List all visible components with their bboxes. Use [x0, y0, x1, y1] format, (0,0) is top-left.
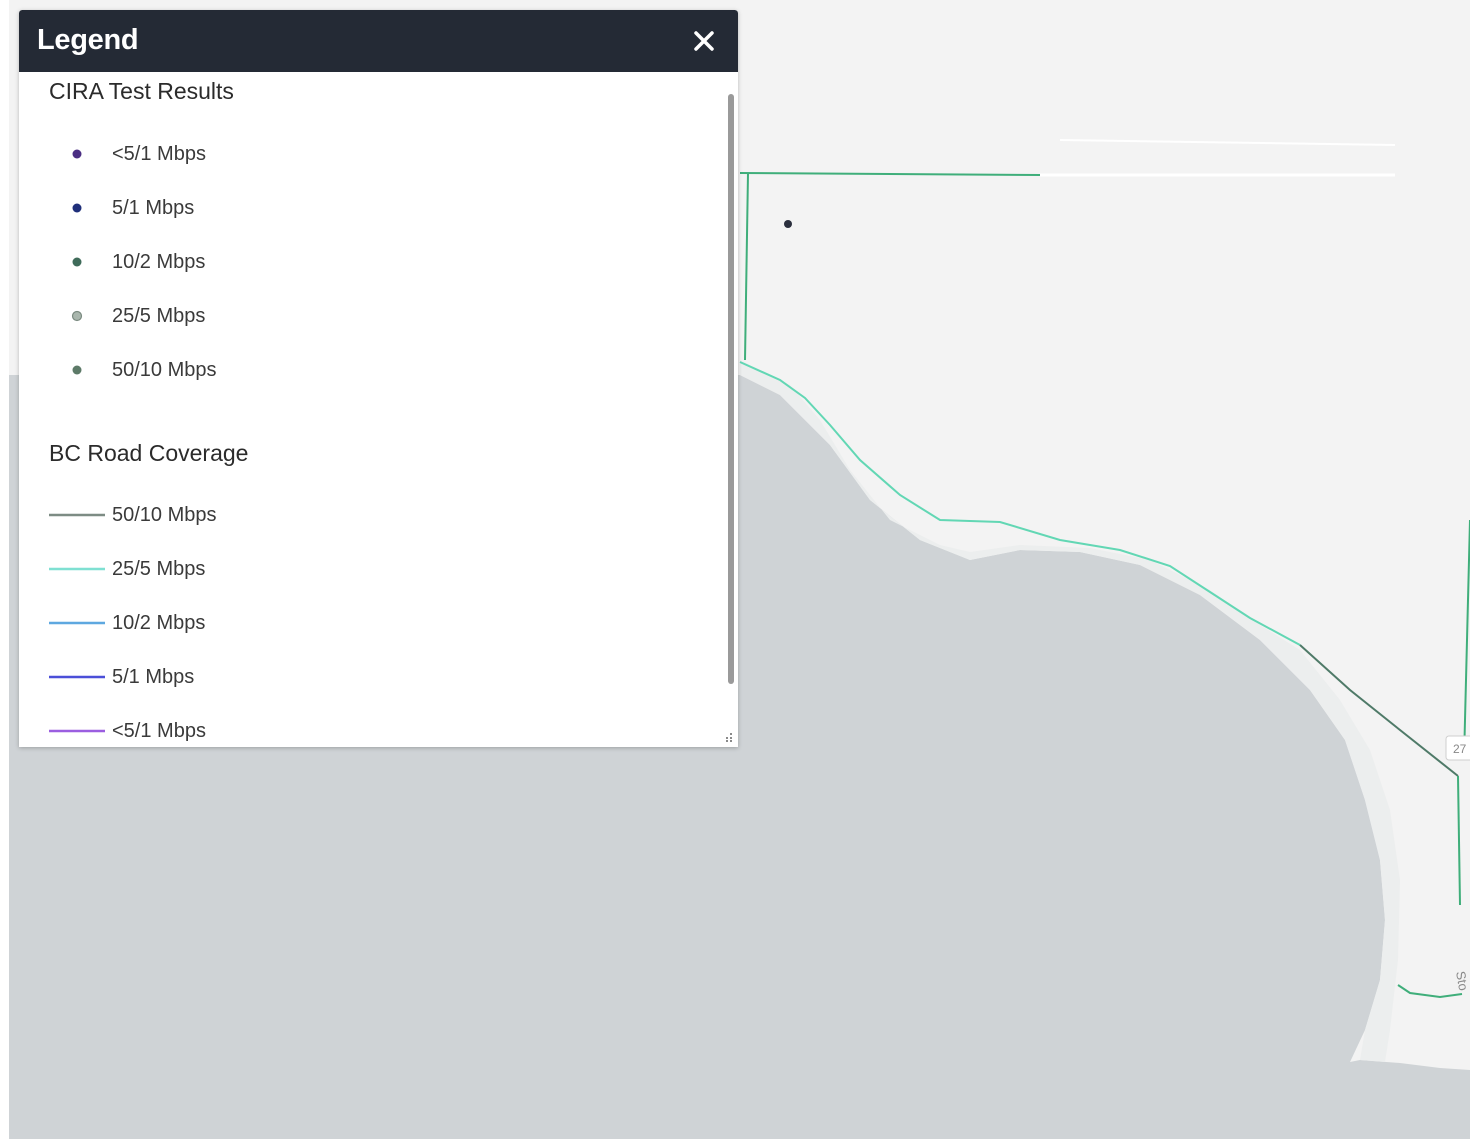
legend-item-label: 5/1 Mbps: [112, 197, 195, 219]
dot-symbol-icon: [72, 149, 82, 159]
highway-shield-label: 27: [1453, 742, 1467, 756]
legend-item: <5/1 Mbps: [49, 139, 449, 169]
legend-item: <5/1 Mbps: [49, 716, 449, 746]
legend-item-label: <5/1 Mbps: [112, 143, 206, 165]
legend-scrollbar[interactable]: [726, 94, 736, 694]
dot-symbol-icon: [72, 203, 82, 213]
legend-item: 5/1 Mbps: [49, 662, 449, 692]
section-heading-cira: CIRA Test Results: [49, 78, 234, 104]
line-symbol-icon: [49, 513, 105, 517]
legend-item-label: 25/5 Mbps: [112, 558, 206, 580]
legend-item-label: 50/10 Mbps: [112, 504, 217, 526]
legend-title: Legend: [37, 24, 139, 56]
resize-handle-icon[interactable]: [722, 731, 734, 743]
dot-symbol-icon: [72, 257, 82, 267]
dot-symbol-icon: [72, 365, 82, 375]
close-button[interactable]: [687, 24, 721, 58]
legend-item-label: 10/2 Mbps: [112, 251, 206, 273]
legend-item-label: 5/1 Mbps: [112, 666, 195, 688]
test-result-point: [784, 220, 792, 228]
legend-item: 5/1 Mbps: [49, 193, 449, 223]
legend-header: Legend: [19, 10, 738, 72]
line-symbol-icon: [49, 675, 105, 679]
line-symbol-icon: [49, 729, 105, 733]
legend-item: 10/2 Mbps: [49, 608, 449, 638]
legend-item: 25/5 Mbps: [49, 301, 449, 331]
legend-scrollbar-thumb[interactable]: [728, 94, 734, 684]
line-symbol-icon: [49, 621, 105, 625]
dot-symbol-icon: [71, 310, 83, 322]
legend-item-label: 10/2 Mbps: [112, 612, 206, 634]
legend-item: 50/10 Mbps: [49, 355, 449, 385]
legend-item-label: 50/10 Mbps: [112, 359, 217, 381]
section-heading-road-coverage: BC Road Coverage: [49, 440, 249, 466]
legend-panel: Legend CIRA Test Results <5/1 Mbps 5/1 M…: [19, 10, 738, 747]
legend-item: 50/10 Mbps: [49, 500, 449, 530]
legend-item-label: 25/5 Mbps: [112, 305, 206, 327]
close-icon: [694, 31, 714, 51]
legend-item: 10/2 Mbps: [49, 247, 449, 277]
legend-body[interactable]: CIRA Test Results <5/1 Mbps 5/1 Mbps 10/…: [19, 72, 724, 747]
legend-item: 25/5 Mbps: [49, 554, 449, 584]
legend-item-label: <5/1 Mbps: [112, 720, 206, 742]
line-symbol-icon: [49, 567, 105, 571]
